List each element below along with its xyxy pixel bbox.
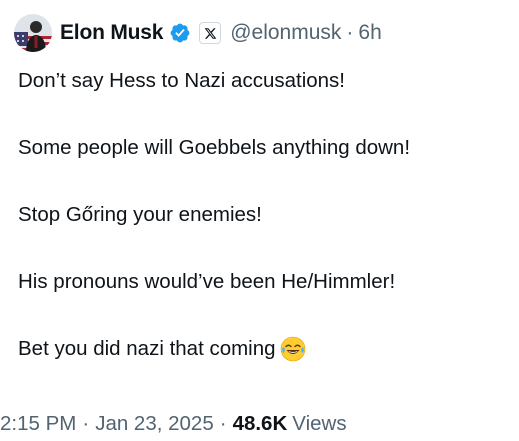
avatar[interactable] (14, 14, 52, 52)
post-time[interactable]: 2:15 PM (0, 412, 76, 436)
avatar-image (14, 14, 52, 52)
meta-separator: · (219, 412, 227, 435)
tweet-line: Stop Gőring your enemies! (18, 203, 262, 226)
tweet-header: Elon Musk @elonmusk · 6h (14, 12, 382, 54)
tweet-line: Some people will Goebbels anything down! (18, 136, 411, 159)
tweet-line-text: Bet you did nazi that coming (18, 337, 276, 360)
post-date[interactable]: Jan 23, 2025 (95, 412, 214, 436)
tweet: Elon Musk @elonmusk · 6h Don’t say Hess … (0, 0, 519, 441)
views-label: Views (292, 412, 347, 435)
tweet-line-last: Bet you did nazi that coming (18, 334, 513, 364)
display-name[interactable]: Elon Musk (60, 21, 163, 45)
views-count[interactable]: 48.6K (233, 412, 288, 436)
relative-time[interactable]: 6h (358, 21, 381, 45)
tweet-line: His pronouns would’ve been He/Himmler! (18, 270, 396, 293)
x-logo-icon (199, 22, 222, 44)
tweet-text: Don’t say Hess to Nazi accusations! Some… (18, 66, 513, 364)
face-with-tears-of-joy-emoji (280, 336, 306, 362)
meta-separator: · (82, 412, 90, 435)
tweet-meta: 2:15 PM · Jan 23, 2025 · 48.6K Views (0, 409, 347, 439)
tweet-line: Don’t say Hess to Nazi accusations! (18, 69, 345, 92)
verified-badge-icon (169, 22, 191, 44)
handle[interactable]: @elonmusk (230, 21, 341, 45)
header-separator: · (346, 21, 354, 44)
